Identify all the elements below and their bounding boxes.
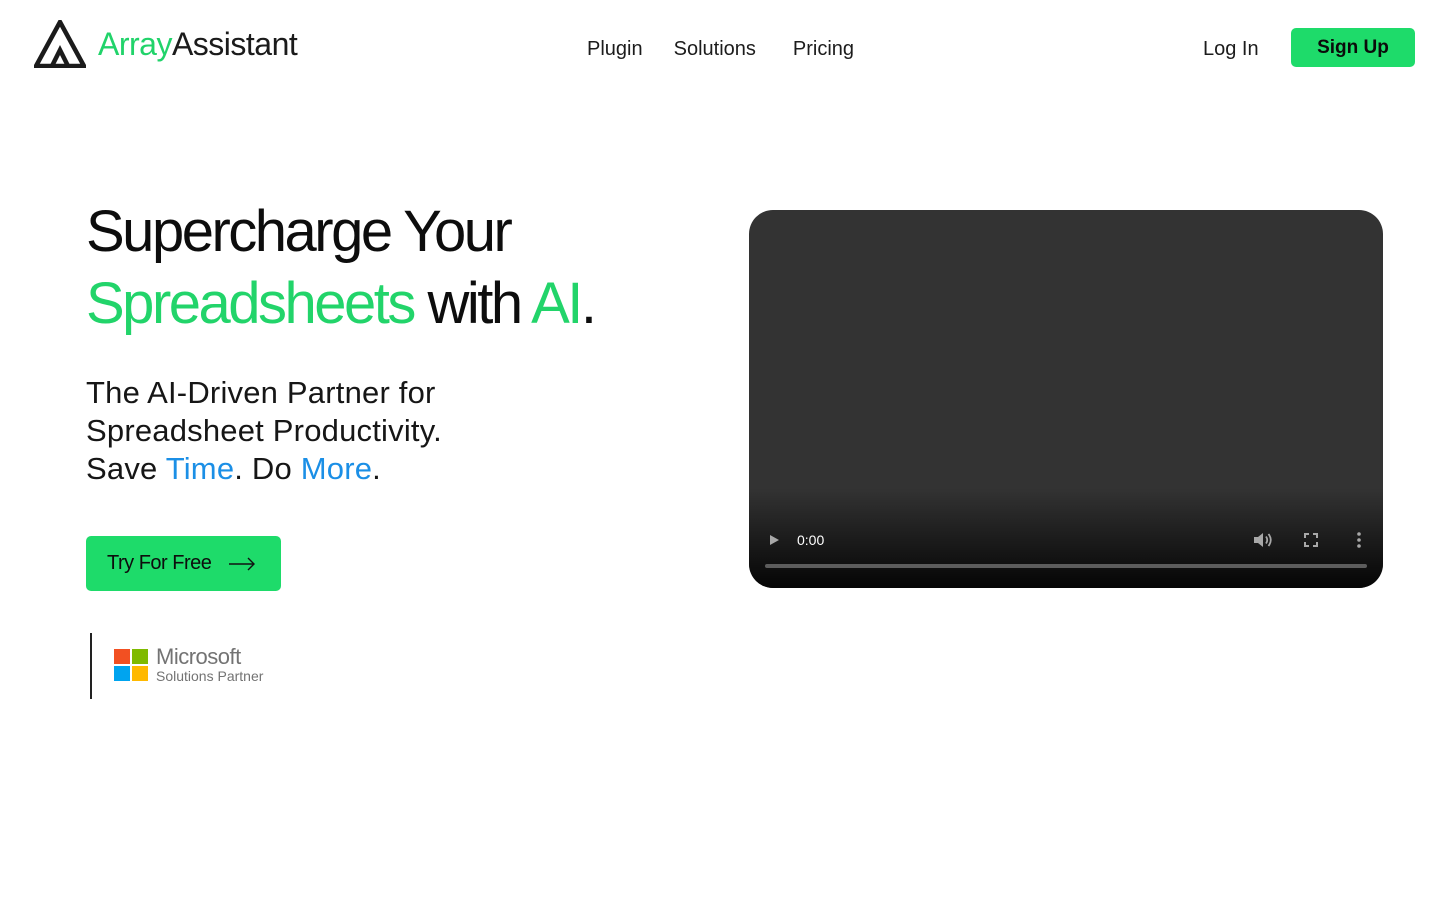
main-nav: Plugin Solutions Pricing bbox=[587, 36, 854, 62]
brand-name-part2: Assistant bbox=[171, 26, 298, 62]
more-options-icon[interactable] bbox=[1352, 530, 1366, 550]
subtitle-line-3: Save Time. Do More. bbox=[86, 450, 442, 488]
login-link[interactable]: Log In bbox=[1203, 36, 1259, 62]
headline-line-1: Supercharge Your bbox=[86, 199, 513, 264]
triangle-a-logo-icon bbox=[34, 20, 86, 68]
try-for-free-button[interactable]: Try For Free bbox=[86, 536, 281, 591]
headline-word-with: with bbox=[413, 271, 532, 336]
ms-logo-blue bbox=[114, 666, 130, 681]
microsoft-partner-badge: Microsoft Solutions Partner bbox=[90, 633, 290, 699]
headline-line-2: Spreadsheets with AI. bbox=[86, 268, 597, 340]
video-progress-bar[interactable] bbox=[765, 564, 1367, 568]
ms-logo-yellow bbox=[132, 666, 148, 681]
brand-name-part1: Array bbox=[98, 26, 172, 62]
fullscreen-icon[interactable] bbox=[1302, 531, 1320, 549]
nav-item-plugin[interactable]: Plugin bbox=[587, 36, 643, 62]
subtitle-line-1: The AI-Driven Partner for bbox=[86, 375, 436, 410]
partner-subtitle: Solutions Partner bbox=[156, 668, 264, 684]
site-header: ArrayAssistant Plugin Solutions Pricing … bbox=[0, 0, 1440, 96]
volume-icon[interactable] bbox=[1252, 530, 1274, 550]
video-controls-overlay bbox=[749, 488, 1383, 588]
headline-word-ai: AI bbox=[531, 271, 583, 336]
hero-subtitle: The AI-Driven Partner for Spreadsheet Pr… bbox=[86, 374, 442, 488]
hero-headline: Supercharge Your Spreadsheets with AI. bbox=[86, 196, 597, 340]
cta-label: Try For Free bbox=[107, 552, 212, 574]
subtitle-time: Time bbox=[165, 451, 235, 486]
nav-item-pricing[interactable]: Pricing bbox=[793, 36, 854, 62]
signup-button[interactable]: Sign Up bbox=[1291, 28, 1415, 67]
subtitle-save: Save bbox=[86, 451, 166, 486]
video-player[interactable]: 0:00 bbox=[749, 210, 1383, 588]
microsoft-logo-icon bbox=[114, 649, 149, 682]
nav-item-solutions[interactable]: Solutions bbox=[674, 36, 756, 62]
brand-logo[interactable]: ArrayAssistant bbox=[34, 20, 298, 68]
brand-name: ArrayAssistant bbox=[98, 26, 298, 62]
subtitle-line-2: Spreadsheet Productivity. bbox=[86, 413, 442, 448]
video-time: 0:00 bbox=[797, 532, 825, 548]
subtitle-do: . Do bbox=[234, 451, 301, 486]
subtitle-period: . bbox=[372, 451, 381, 486]
ms-logo-red bbox=[114, 649, 130, 664]
subtitle-more: More bbox=[300, 451, 373, 486]
partner-name: Microsoft bbox=[156, 644, 241, 669]
headline-word-spreadsheets: Spreadsheets bbox=[86, 271, 416, 336]
play-icon[interactable] bbox=[765, 531, 783, 549]
headline-period: . bbox=[580, 271, 597, 336]
arrow-right-icon bbox=[229, 557, 255, 571]
ms-logo-green bbox=[132, 649, 148, 664]
